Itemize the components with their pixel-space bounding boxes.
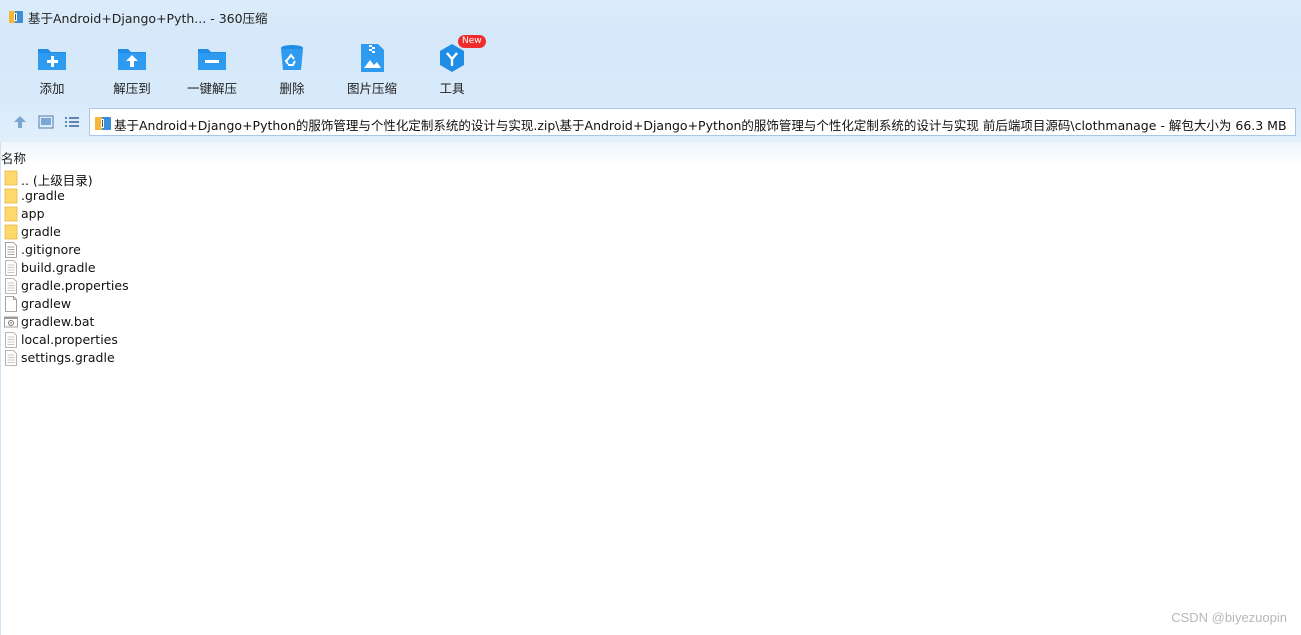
folder-icon xyxy=(4,224,18,240)
text-file-icon xyxy=(5,260,17,276)
folder-icon xyxy=(4,188,18,204)
list-header: 名称 xyxy=(0,142,1301,166)
item-name: gradlew xyxy=(21,296,72,311)
list-item-gradlew-bat[interactable]: gradlew.bat xyxy=(0,313,1301,331)
text-file-icon xyxy=(5,242,17,258)
archive-title: 基于Android+Django+Pyth... xyxy=(28,11,207,26)
one-click-extract-icon xyxy=(198,49,226,70)
add-button[interactable]: 添加 xyxy=(16,38,88,98)
title-separator: - xyxy=(206,11,219,26)
folder-icon xyxy=(4,206,18,222)
one-click-extract-label: 一键解压 xyxy=(186,81,237,96)
list-item-gradle-properties[interactable]: gradle.properties xyxy=(0,277,1301,295)
one-click-extract-button[interactable]: 一键解压 xyxy=(176,38,248,98)
item-name: settings.gradle xyxy=(21,350,115,365)
image-compress-icon xyxy=(361,44,384,72)
item-name: gradlew.bat xyxy=(21,314,95,329)
delete-label: 删除 xyxy=(279,81,305,96)
text-file-icon xyxy=(5,278,17,294)
item-name: .gradle xyxy=(21,188,65,203)
list-item-parent-dir[interactable]: .. (上级目录) xyxy=(0,169,1301,188)
archive-app-icon xyxy=(9,11,23,23)
window-title: 基于Android+Django+Pyth... - 360压缩 xyxy=(28,8,268,27)
watermark: CSDN @biyezuopin xyxy=(1171,610,1287,625)
folder-icon xyxy=(4,170,18,186)
add-folder-icon xyxy=(38,49,66,70)
delete-icon xyxy=(281,45,303,70)
list-item-gradlew[interactable]: gradlew xyxy=(0,295,1301,313)
item-name: build.gradle xyxy=(21,260,96,275)
delete-button[interactable]: 删除 xyxy=(256,38,328,98)
list-item-settings-gradle[interactable]: settings.gradle xyxy=(0,349,1301,367)
thumbnail-view-icon[interactable] xyxy=(38,114,54,130)
tools-label: 工具 xyxy=(439,81,465,96)
item-name: .gitignore xyxy=(21,242,81,257)
add-label: 添加 xyxy=(39,81,65,96)
column-name-header[interactable]: 名称 xyxy=(1,148,26,167)
blank-file-icon xyxy=(5,296,17,312)
list-item-local-properties[interactable]: local.properties xyxy=(0,331,1301,349)
list-item-gitignore[interactable]: .gitignore xyxy=(0,241,1301,259)
up-arrow-icon[interactable] xyxy=(12,114,28,130)
tools-button[interactable]: New 工具 xyxy=(416,35,488,98)
extract-to-button[interactable]: 解压到 xyxy=(96,38,168,98)
item-name: gradle.properties xyxy=(21,278,129,293)
image-compress-label: 图片压缩 xyxy=(346,81,397,96)
archive-icon xyxy=(95,117,111,130)
app-name: 360压缩 xyxy=(218,11,268,26)
toolbar: 添加 解压到 一键解压 删除 图片压缩 New 工具 xyxy=(0,34,1301,102)
app-window: 基于Android+Django+Pyth... - 360压缩 添加 解压到 xyxy=(0,0,1301,635)
batch-file-icon xyxy=(4,316,18,328)
list-item-build-gradle[interactable]: build.gradle xyxy=(0,259,1301,277)
path-text: 基于Android+Django+Python的服饰管理与个性化定制系统的设计与… xyxy=(114,118,1287,133)
text-file-icon xyxy=(5,350,17,366)
new-badge: New xyxy=(458,35,486,48)
extract-to-label: 解压到 xyxy=(113,81,151,96)
path-field[interactable]: 基于Android+Django+Python的服饰管理与个性化定制系统的设计与… xyxy=(89,108,1296,136)
image-compress-button[interactable]: 图片压缩 xyxy=(336,38,408,98)
list-item-gradle[interactable]: gradle xyxy=(0,223,1301,241)
item-name: app xyxy=(21,206,45,221)
list-item-gradle-dot[interactable]: .gradle xyxy=(0,187,1301,205)
extract-to-icon xyxy=(118,49,146,70)
item-name: gradle xyxy=(21,224,61,239)
item-name: local.properties xyxy=(21,332,118,347)
list-item-app[interactable]: app xyxy=(0,205,1301,223)
title-bar: 基于Android+Django+Pyth... - 360压缩 xyxy=(0,0,1301,34)
file-list: .. (上级目录) .gradle app gradle .gitignore … xyxy=(0,169,1301,367)
list-view-icon[interactable] xyxy=(64,114,80,130)
address-bar: 基于Android+Django+Python的服饰管理与个性化定制系统的设计与… xyxy=(0,102,1301,142)
text-file-icon xyxy=(5,332,17,348)
